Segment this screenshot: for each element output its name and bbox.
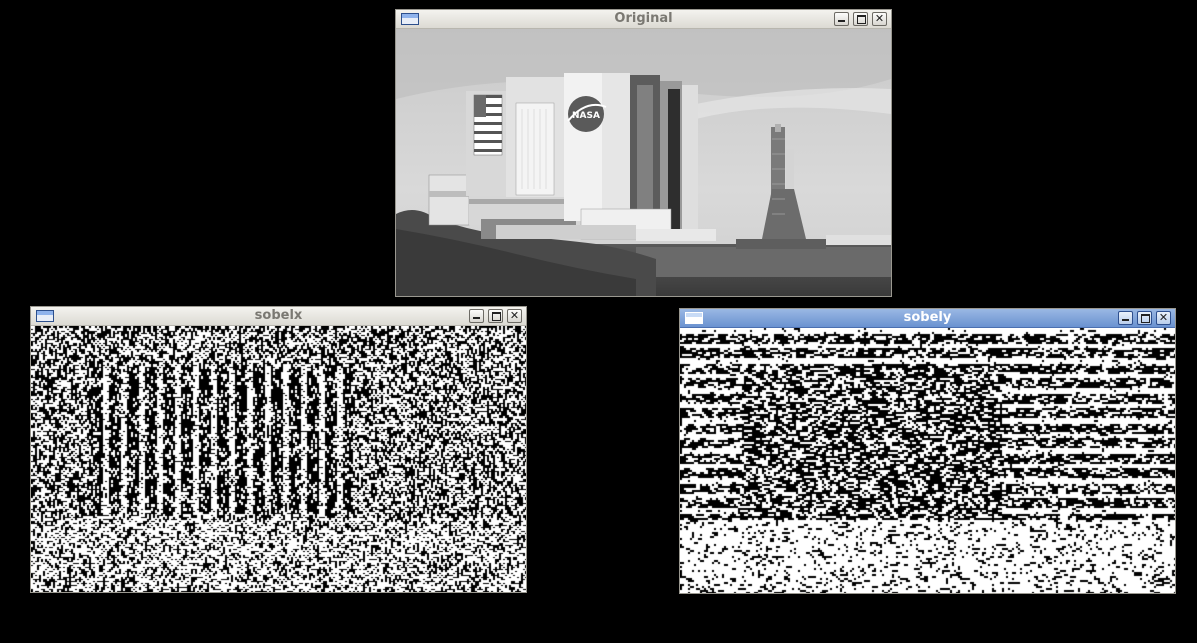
close-button[interactable]: ✕	[872, 12, 887, 26]
minimize-button[interactable]	[469, 309, 484, 323]
window-title: sobely	[903, 310, 952, 325]
window-title: Original	[614, 11, 673, 26]
window-title: sobelx	[254, 308, 303, 323]
sobely-image	[680, 328, 1175, 593]
minimize-button[interactable]	[834, 12, 849, 26]
desktop: Original ✕ NASA sobelx ✕ sobely ✕	[0, 0, 1197, 643]
sobely-edge-map	[680, 328, 1175, 593]
window-controls: ✕	[834, 12, 887, 26]
original-image: NASA	[396, 29, 891, 296]
window-controls: ✕	[469, 309, 522, 323]
original-titlebar[interactable]: Original ✕	[396, 10, 891, 29]
maximize-button[interactable]	[1137, 311, 1152, 325]
maximize-button[interactable]	[853, 12, 868, 26]
original-window[interactable]: Original ✕ NASA	[395, 9, 892, 297]
vab-photo: NASA	[396, 29, 891, 296]
sobelx-image	[31, 326, 526, 592]
sobely-window[interactable]: sobely ✕	[679, 308, 1176, 594]
nasa-logo-text: NASA	[572, 111, 600, 121]
sobelx-window[interactable]: sobelx ✕	[30, 306, 527, 593]
minimize-button[interactable]	[1118, 311, 1133, 325]
close-button[interactable]: ✕	[1156, 311, 1171, 325]
sobely-titlebar[interactable]: sobely ✕	[680, 309, 1175, 328]
sobelx-titlebar[interactable]: sobelx ✕	[31, 307, 526, 326]
sobelx-edge-map	[31, 326, 526, 592]
window-controls: ✕	[1118, 311, 1171, 325]
maximize-button[interactable]	[488, 309, 503, 323]
close-button[interactable]: ✕	[507, 309, 522, 323]
